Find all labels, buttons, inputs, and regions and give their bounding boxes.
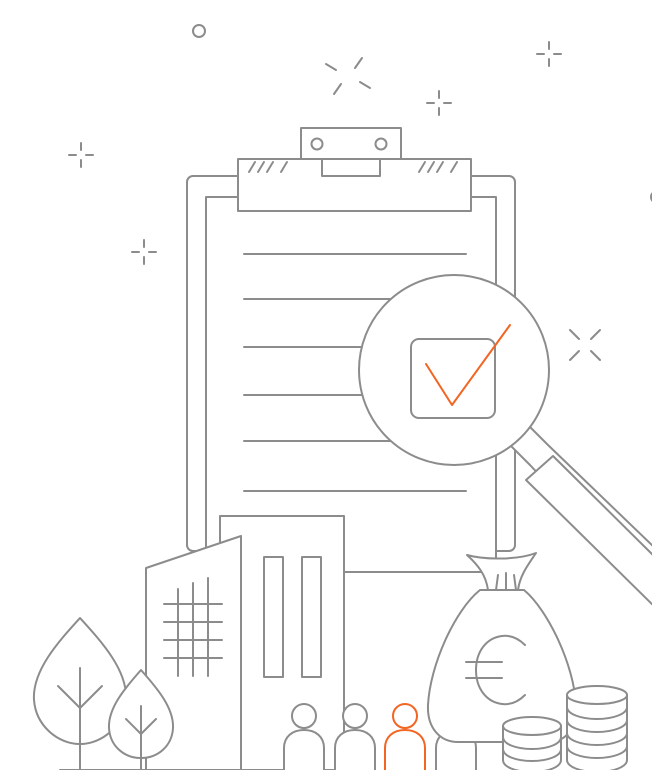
clipboard-clip — [237, 158, 472, 212]
money-bag-euro-icon — [426, 552, 578, 743]
illustration-svg — [32, 24, 652, 770]
person-icon-highlighted — [384, 703, 426, 770]
sparkle-icon — [569, 329, 601, 361]
tall-coin-stack — [566, 685, 628, 770]
sparkle-icon — [536, 41, 562, 67]
sparkle-icon — [68, 142, 94, 168]
sparkle-icon — [131, 239, 157, 265]
magnifier-grip — [525, 455, 652, 606]
illustration-canvas — [0, 0, 652, 770]
small-circle-icon — [192, 24, 206, 38]
sparkle-icon — [325, 57, 371, 95]
sparkle-icon — [426, 90, 452, 116]
magnifier-lens — [358, 274, 550, 466]
short-coin-stack — [502, 716, 562, 770]
